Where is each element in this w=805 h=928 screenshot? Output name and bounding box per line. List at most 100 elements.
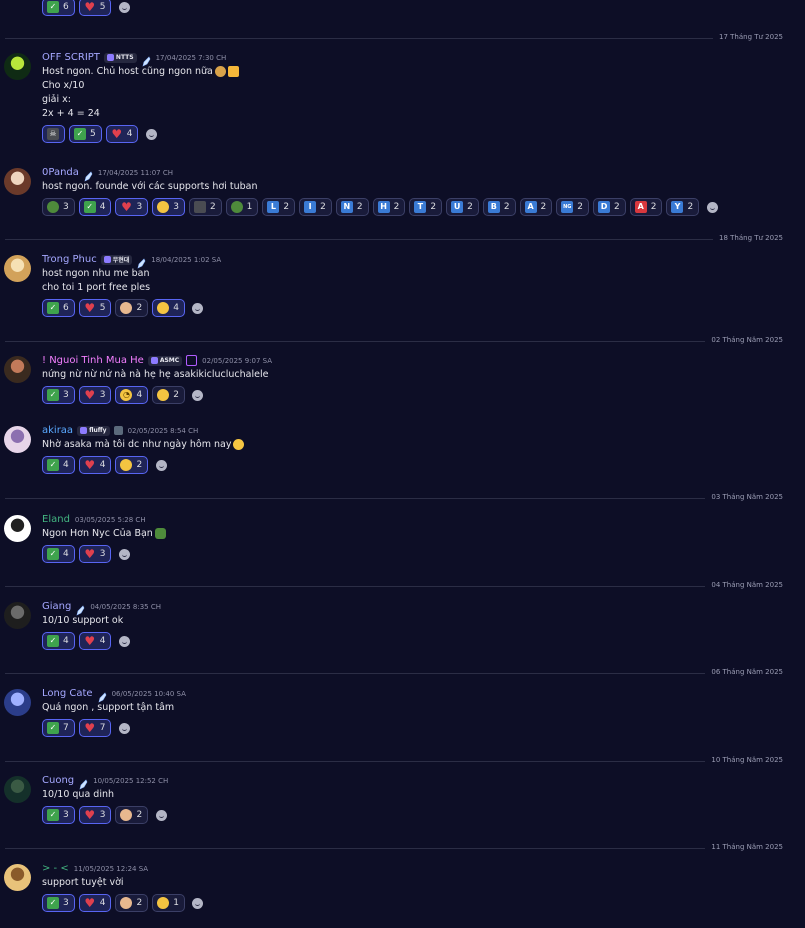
- reaction-button[interactable]: ✓ 7: [42, 719, 75, 737]
- username[interactable]: 0Panda: [42, 167, 79, 178]
- reaction-button[interactable]: ✓ 4: [42, 456, 75, 474]
- reaction-button[interactable]: B2: [482, 198, 516, 216]
- user-avatar[interactable]: [4, 864, 31, 891]
- reaction-button[interactable]: ✓ 3: [42, 386, 75, 404]
- reaction-button[interactable]: ♥ 4: [78, 456, 112, 474]
- reaction-button[interactable]: 3: [42, 198, 75, 216]
- reaction-button[interactable]: T2: [409, 198, 443, 216]
- heart-emoji-icon: ♥: [84, 301, 96, 315]
- reaction-button[interactable]: 2: [188, 198, 222, 216]
- reaction-count: 3: [63, 390, 69, 400]
- username[interactable]: OFF SCRIPT: [42, 52, 100, 63]
- username[interactable]: > - <: [42, 863, 69, 874]
- add-reaction-button[interactable]: [152, 806, 170, 824]
- reaction-button[interactable]: ◔ 4: [115, 386, 149, 404]
- reaction-button[interactable]: D2: [593, 198, 626, 216]
- reaction-button[interactable]: ✓ 6: [42, 0, 75, 16]
- reaction-button[interactable]: I2: [299, 198, 332, 216]
- reaction-button[interactable]: ✓ 3: [42, 806, 75, 824]
- reaction-button[interactable]: 2: [115, 299, 149, 317]
- user-avatar[interactable]: [4, 776, 31, 803]
- reaction-button[interactable]: ☠: [42, 125, 65, 143]
- username[interactable]: ! Nguoi Tinh Mua He: [42, 355, 144, 366]
- user-avatar[interactable]: [4, 689, 31, 716]
- add-reaction-button[interactable]: [115, 719, 133, 737]
- message-line: 10/10 qua dinh: [42, 788, 114, 802]
- chat-message-list[interactable]: ✓ 6 ♥ 5 17 Tháng Tư 2025 18 Tháng Tư 2025 02 T…: [0, 0, 805, 928]
- message-line: 10/10 support ok: [42, 614, 123, 628]
- username[interactable]: Eland: [42, 514, 70, 525]
- reaction-button[interactable]: ✓ 3: [42, 894, 75, 912]
- username[interactable]: Long Cate: [42, 688, 93, 699]
- message-text: Quá ngon , support tận tâm: [42, 702, 175, 713]
- reaction-button[interactable]: ✓ 5: [69, 125, 102, 143]
- message-header: > - < 11/05/2025 12:24 SA: [42, 862, 148, 875]
- add-reaction-button[interactable]: [115, 0, 133, 16]
- reaction-button[interactable]: ✓ 6: [42, 299, 75, 317]
- reaction-button[interactable]: 2: [115, 806, 149, 824]
- reaction-button[interactable]: N2: [335, 198, 369, 216]
- user-avatar[interactable]: [4, 602, 31, 629]
- reaction-button[interactable]: ♥ 4: [78, 632, 112, 650]
- user-avatar[interactable]: [4, 255, 31, 282]
- heart-emoji-icon: ♥: [111, 127, 123, 141]
- add-reaction-button[interactable]: [189, 386, 207, 404]
- message-line: support tuyệt vời: [42, 876, 124, 890]
- reaction-button[interactable]: ♥ 3: [78, 545, 112, 563]
- reaction-button[interactable]: ♥ 5: [78, 0, 112, 16]
- heart-emoji-icon: ♥: [121, 200, 132, 214]
- reaction-button[interactable]: 2: [115, 456, 149, 474]
- reaction-button[interactable]: L2: [262, 198, 296, 216]
- reaction-button[interactable]: ✓ 4: [42, 632, 75, 650]
- reaction-button[interactable]: ✓ 4: [78, 198, 112, 216]
- add-reaction-button[interactable]: [703, 198, 721, 216]
- reaction-button[interactable]: ♥ 4: [78, 894, 112, 912]
- add-reaction-button[interactable]: [189, 894, 207, 912]
- add-reaction-button[interactable]: [115, 545, 133, 563]
- username[interactable]: Giang: [42, 601, 71, 612]
- reaction-button[interactable]: A2: [629, 198, 663, 216]
- reaction-button[interactable]: ♥ 4: [105, 125, 139, 143]
- add-reaction-button[interactable]: [115, 632, 133, 650]
- message-line: cho toi 1 port free ples: [42, 281, 150, 295]
- user-avatar[interactable]: [4, 515, 31, 542]
- user-avatar[interactable]: [4, 53, 31, 80]
- reaction-button[interactable]: 4: [152, 299, 185, 317]
- reaction-button[interactable]: H2: [372, 198, 406, 216]
- message-text: 2x + 4 = 24: [42, 108, 100, 119]
- reaction-count: 2: [467, 202, 473, 212]
- heart-emoji-icon: ♥: [84, 896, 96, 910]
- add-reaction-button[interactable]: [189, 299, 207, 317]
- user-avatar[interactable]: [4, 356, 31, 383]
- reaction-button[interactable]: 1: [225, 198, 259, 216]
- message-line: giải x:: [42, 93, 239, 107]
- reaction-button[interactable]: U2: [446, 198, 479, 216]
- server-tag-text: ASMC: [159, 357, 180, 364]
- heart-emoji-icon: ♥: [84, 388, 96, 402]
- username[interactable]: Trong Phuc: [42, 254, 97, 265]
- reaction-button[interactable]: NG 2: [556, 198, 590, 216]
- message-line: host ngon nhu me ban: [42, 267, 150, 281]
- reaction-button[interactable]: ♥ 3: [78, 386, 112, 404]
- reaction-button[interactable]: ♥ 3: [115, 198, 149, 216]
- reaction-button[interactable]: 2: [152, 386, 185, 404]
- user-avatar[interactable]: [4, 168, 31, 195]
- message-header: Eland 03/05/2025 5:28 CH: [42, 513, 146, 526]
- reaction-button[interactable]: ✓ 4: [42, 545, 75, 563]
- reaction-button[interactable]: ♥ 7: [78, 719, 112, 737]
- reaction-count: 7: [63, 723, 69, 733]
- reaction-button[interactable]: ♥ 3: [78, 806, 112, 824]
- nerd-emoji-icon: ◔: [120, 389, 133, 401]
- add-reaction-button[interactable]: [142, 125, 160, 143]
- reaction-button[interactable]: 2: [115, 894, 149, 912]
- reaction-button[interactable]: A2: [519, 198, 553, 216]
- add-reaction-icon: [118, 1, 130, 13]
- reaction-button[interactable]: ♥ 5: [78, 299, 112, 317]
- username[interactable]: akiraa: [42, 425, 73, 436]
- username[interactable]: Cuong: [42, 775, 74, 786]
- reaction-button[interactable]: 3: [152, 198, 185, 216]
- user-avatar[interactable]: [4, 426, 31, 453]
- reaction-button[interactable]: 1: [152, 894, 185, 912]
- reaction-button[interactable]: Y2: [666, 198, 700, 216]
- add-reaction-button[interactable]: [152, 456, 170, 474]
